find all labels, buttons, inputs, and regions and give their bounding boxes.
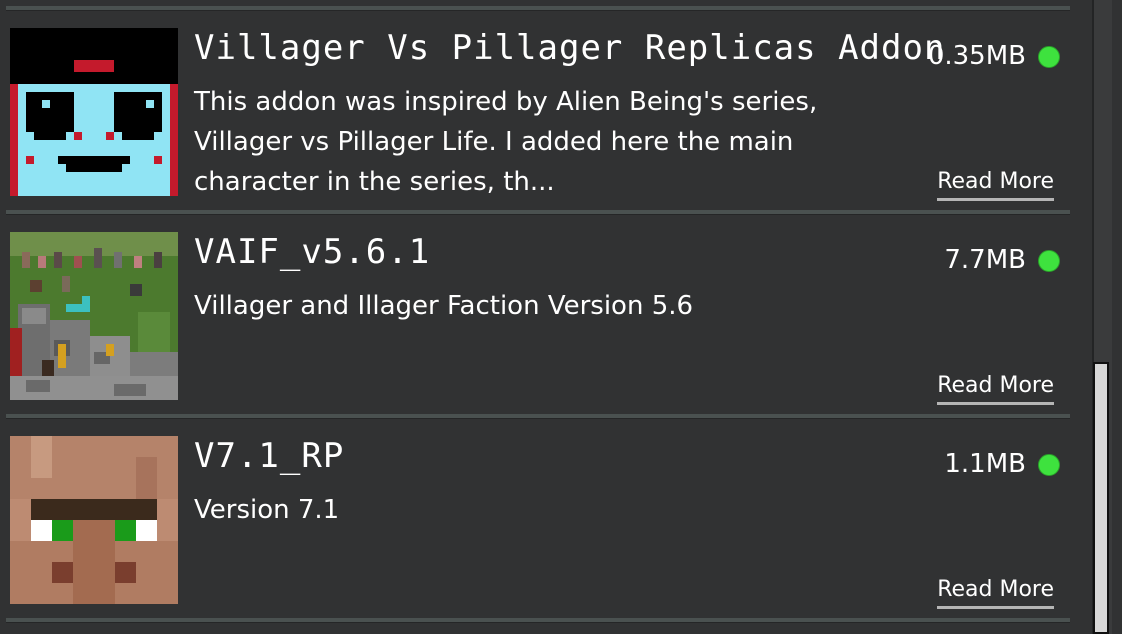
addon-description: This addon was inspired by Alien Being's… bbox=[194, 87, 818, 197]
addon-description: Villager and Illager Faction Version 5.6 bbox=[194, 291, 694, 321]
divider bbox=[6, 414, 1070, 419]
addon-item-v7-1-rp[interactable]: V7.1_RP Version 7.1 1.1MB Read More bbox=[6, 420, 1070, 616]
status-dot-icon bbox=[1038, 454, 1060, 476]
minecraft-scene-thumbnail bbox=[10, 232, 178, 400]
divider bbox=[6, 6, 1070, 11]
addon-list: Villager Vs Pillager Replicas Addon This… bbox=[6, 0, 1070, 634]
status-dot-icon bbox=[1038, 250, 1060, 272]
divider bbox=[6, 618, 1070, 623]
addon-size: 1.1MB bbox=[944, 449, 1026, 479]
villager-face-icon bbox=[10, 436, 178, 604]
divider bbox=[6, 210, 1070, 215]
read-more-link[interactable]: Read More bbox=[937, 576, 1054, 609]
addon-title: Villager Vs Pillager Replicas Addon bbox=[194, 28, 946, 68]
addon-size: 0.35MB bbox=[927, 41, 1026, 71]
status-dot-icon bbox=[1038, 46, 1060, 68]
addon-description: Version 7.1 bbox=[194, 495, 340, 525]
addon-title: V7.1_RP bbox=[194, 436, 345, 476]
addon-item-vaif[interactable]: VAIF_v5.6.1 Villager and Illager Faction… bbox=[6, 216, 1070, 412]
alien-face-icon bbox=[10, 28, 178, 196]
addon-item-villager-vs-pillager[interactable]: Villager Vs Pillager Replicas Addon This… bbox=[6, 12, 1070, 208]
addon-size: 7.7MB bbox=[944, 245, 1026, 275]
scrollbar[interactable] bbox=[1092, 0, 1112, 634]
read-more-link[interactable]: Read More bbox=[937, 372, 1054, 405]
scrollbar-thumb[interactable] bbox=[1093, 362, 1109, 634]
addon-title: VAIF_v5.6.1 bbox=[194, 232, 431, 272]
read-more-link[interactable]: Read More bbox=[937, 168, 1054, 201]
